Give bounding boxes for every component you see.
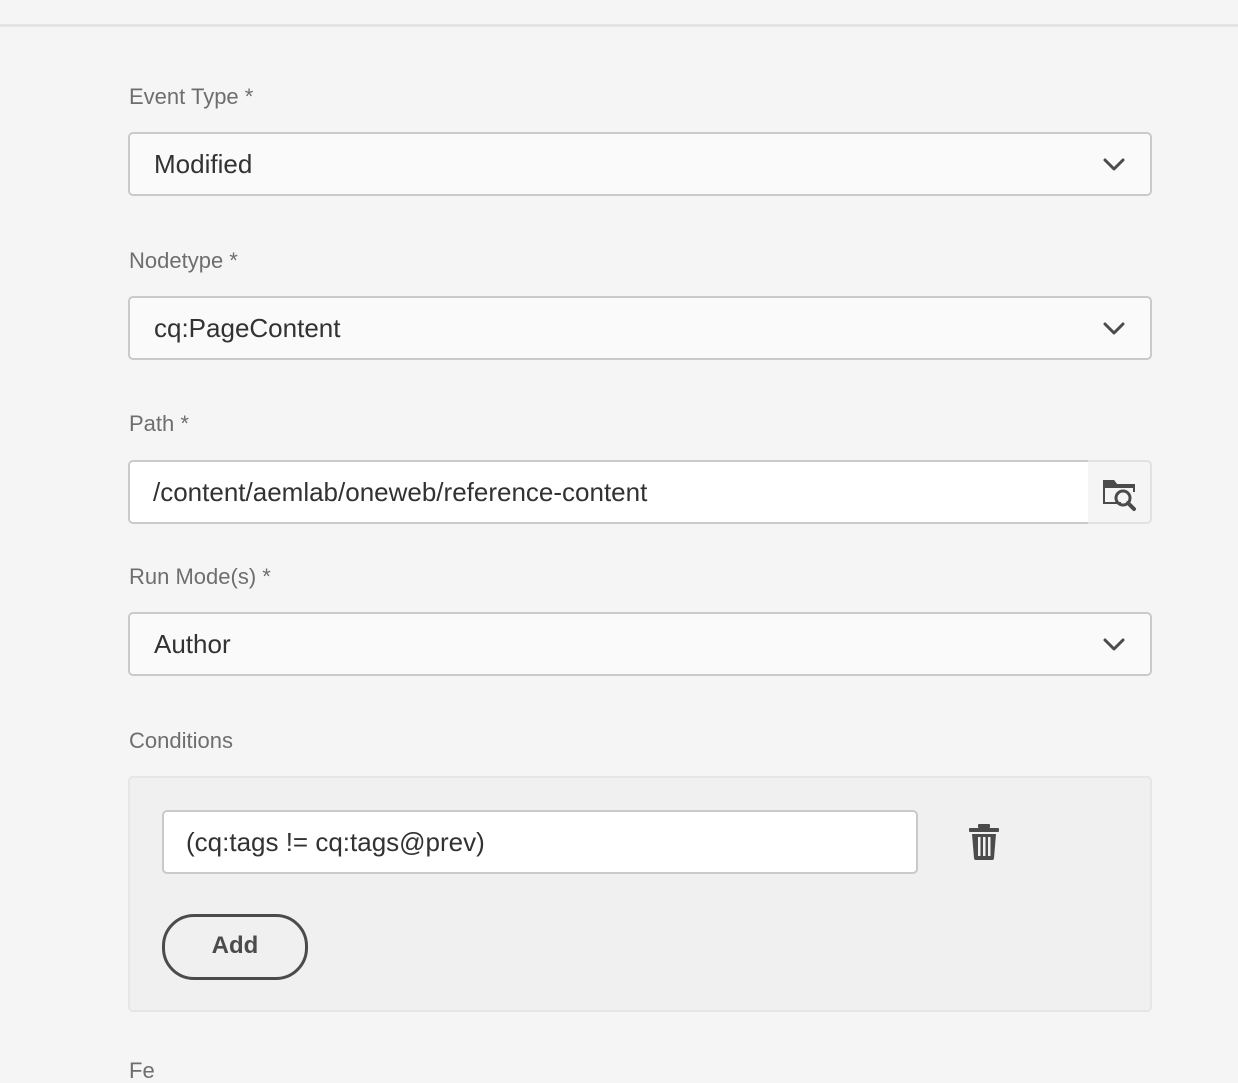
run-modes-select[interactable]: Author (128, 612, 1152, 676)
trash-icon (969, 824, 999, 860)
top-header-bar (0, 0, 1238, 27)
path-value: /content/aemlab/oneweb/reference-content (153, 477, 648, 507)
nodetype-value: cq:PageContent (154, 313, 341, 343)
add-condition-label: Add (211, 932, 259, 959)
browse-path-button[interactable] (1088, 460, 1152, 524)
add-condition-button[interactable]: Add (162, 914, 308, 980)
chevron-down-icon (1103, 158, 1125, 171)
path-label: Path * (129, 411, 189, 436)
event-type-label: Event Type * (129, 84, 254, 109)
path-input[interactable]: /content/aemlab/oneweb/reference-content (128, 460, 1090, 524)
chevron-down-icon (1103, 322, 1125, 335)
event-type-select[interactable]: Modified (128, 132, 1152, 196)
nodetype-select[interactable]: cq:PageContent (128, 296, 1152, 360)
event-type-value: Modified (154, 149, 253, 179)
run-modes-label: Run Mode(s) * (129, 564, 271, 589)
next-field-label-partial: Fe (129, 1058, 155, 1083)
chevron-down-icon (1103, 638, 1125, 651)
conditions-label: Conditions (129, 728, 233, 753)
condition-value: (cq:tags != cq:tags@prev) (186, 827, 485, 857)
nodetype-label: Nodetype * (129, 248, 238, 273)
condition-input[interactable]: (cq:tags != cq:tags@prev) (162, 810, 918, 874)
delete-condition-button[interactable] (964, 822, 1004, 862)
run-modes-value: Author (154, 629, 231, 659)
folder-search-icon (1103, 480, 1136, 511)
